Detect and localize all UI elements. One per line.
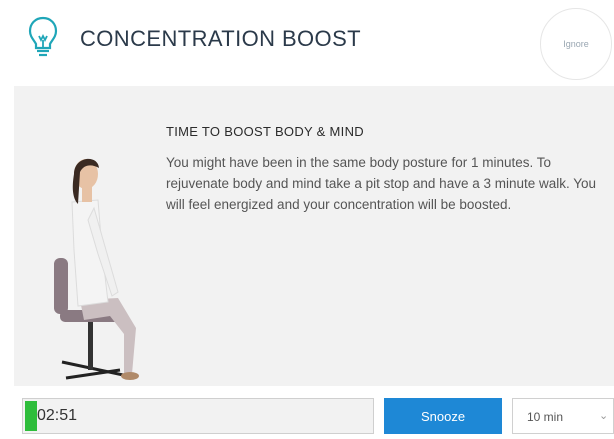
chevron-down-icon: ⌄ <box>599 410 609 422</box>
seated-person-illustration <box>54 158 139 380</box>
snooze-duration-select[interactable]: 10 min ⌄ <box>512 398 614 434</box>
footer-bar: 02:51 Snooze 10 min ⌄ <box>0 386 614 439</box>
message-title: TIME TO BOOST BODY & MIND <box>166 124 364 139</box>
message-body: You might have been in the same body pos… <box>166 155 597 212</box>
snooze-duration-value: 10 min <box>527 410 564 424</box>
message-panel: TIME TO BOOST BODY & MIND You might have… <box>14 86 614 386</box>
ignore-button[interactable]: Ignore <box>540 8 612 80</box>
app-header: CONCENTRATION BOOST Ignore <box>0 0 614 84</box>
countdown-timer: 02:51 <box>22 398 374 434</box>
timer-progress-bar <box>25 401 37 431</box>
timer-text: 02:51 <box>37 407 78 424</box>
app-title: CONCENTRATION BOOST <box>80 26 361 51</box>
lightbulb-icon <box>28 16 58 57</box>
snooze-button[interactable]: Snooze <box>384 398 502 434</box>
